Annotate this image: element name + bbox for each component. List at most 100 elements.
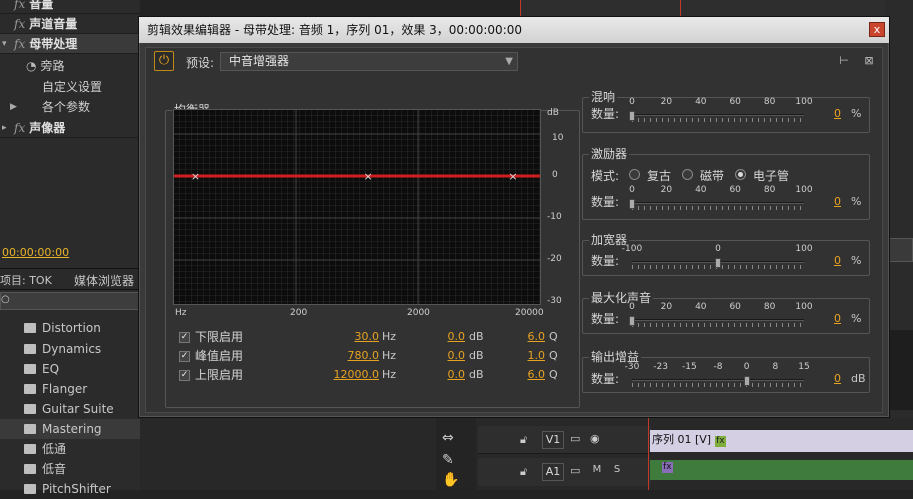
effect-volume[interactable]: fx 音量	[0, 0, 140, 14]
eq-band-handle[interactable]: ×	[191, 170, 200, 183]
list-item[interactable]: Mastering	[0, 419, 140, 439]
reverb-value[interactable]: 0	[827, 107, 841, 120]
eq-band-handle[interactable]: ×	[508, 170, 517, 183]
band-gain-value[interactable]: 0.0	[439, 347, 466, 365]
list-item[interactable]: 低音	[0, 459, 140, 479]
list-item[interactable]: Dynamics	[0, 339, 140, 359]
eq-graph[interactable]: × × ×	[173, 109, 541, 305]
folder-icon	[24, 464, 36, 474]
effect-mastering[interactable]: ▾ fx 母带处理	[0, 34, 140, 54]
list-item[interactable]: 低通	[0, 439, 140, 459]
sync-lock-icon[interactable]: ▭	[570, 464, 580, 477]
move-tool-icon[interactable]: ⇔	[442, 430, 454, 446]
band-q-value[interactable]: 6.0	[519, 366, 546, 384]
slider-scale-label: -15	[681, 362, 697, 372]
slider-scale-label: 80	[763, 185, 776, 195]
custom-setup-row[interactable]: 自定义设置	[0, 77, 140, 97]
hz-tick: 2000	[407, 308, 430, 318]
list-item[interactable]: Distortion	[0, 318, 140, 338]
slider-scale-label: -23	[653, 362, 669, 372]
output-gain-slider[interactable]: -30 -23 -15 -8 0 8 15	[625, 362, 810, 392]
eye-icon[interactable]: ◉	[590, 432, 600, 445]
reverb-title: 混响	[589, 89, 618, 105]
widener-slider[interactable]: -100 0 100	[622, 244, 813, 274]
preset-list: Distortion Dynamics EQ Flanger Guitar Su…	[0, 312, 140, 496]
band-freq-value[interactable]: 30.0	[339, 328, 380, 346]
slider-scale-label: 20	[660, 97, 673, 107]
band-freq-value[interactable]: 12000.0	[327, 366, 380, 384]
preset-value: 中音增强器	[229, 54, 290, 68]
slider-ticks	[632, 118, 804, 122]
timecode-display[interactable]: 00:00:00:00	[2, 246, 69, 259]
mode-tube-radio[interactable]	[735, 169, 746, 180]
slider-track[interactable]	[632, 202, 804, 204]
reverb-slider[interactable]: 0 20 40 60 80 100	[629, 97, 813, 127]
individual-params-row[interactable]: ▶ 各个参数	[0, 97, 140, 117]
lock-icon[interactable]: 🔓︎	[520, 465, 527, 479]
exciter-slider[interactable]: 0 20 40 60 80 100	[629, 185, 813, 215]
expand-right-icon[interactable]: ▸	[2, 118, 7, 138]
list-item[interactable]: Guitar Suite	[0, 399, 140, 419]
expand-down-icon[interactable]: ▾	[2, 34, 7, 54]
effect-channel-volume[interactable]: fx 声道音量	[0, 14, 140, 34]
band-q-value[interactable]: 6.0	[519, 328, 546, 346]
loudness-slider[interactable]: 0 20 40 60 80 100	[629, 302, 813, 332]
slider-thumb[interactable]	[629, 111, 635, 121]
tab-media-browser[interactable]: 媒体浏览器	[74, 272, 134, 289]
widener-value[interactable]: 0	[827, 254, 841, 267]
solo-button[interactable]: S	[608, 464, 626, 478]
power-icon[interactable]: ⏻	[154, 51, 174, 71]
exciter-unit: %	[851, 195, 862, 208]
exciter-value[interactable]: 0	[827, 195, 841, 208]
stopwatch-icon[interactable]: ◔	[26, 59, 36, 73]
slider-track[interactable]	[632, 114, 804, 116]
band-gain-value[interactable]: 0.0	[439, 328, 466, 346]
preset-dropdown[interactable]: 中音增强器 ▼	[220, 52, 518, 71]
effect-label: 母带处理	[29, 37, 78, 51]
slider-thumb[interactable]	[629, 316, 635, 326]
fx-icon: fx	[14, 37, 26, 51]
slider-scale-label: 40	[695, 302, 707, 312]
hand-tool-icon[interactable]: ✋	[442, 472, 459, 488]
list-item[interactable]: PitchShifter	[0, 479, 140, 499]
camera-icon[interactable]: ▭	[570, 432, 580, 445]
mode-tape-radio[interactable]	[682, 169, 693, 180]
band-freq-value[interactable]: 780.0	[339, 347, 380, 365]
list-item[interactable]: Flanger	[0, 379, 140, 399]
track-target-v1[interactable]: V1	[542, 431, 564, 449]
close-button[interactable]: x	[869, 22, 885, 37]
dialog-titlebar[interactable]: 剪辑效果编辑器 - 母带处理: 音频 1，序列 01，效果 3，00:00:00…	[139, 17, 889, 43]
tab-project[interactable]: 项目: TOK	[0, 272, 52, 288]
slider-thumb[interactable]	[715, 258, 721, 268]
exciter-mode-label: 模式:	[591, 169, 620, 183]
eq-band-handle[interactable]: ×	[364, 170, 373, 183]
mode-retro-radio[interactable]	[629, 169, 640, 180]
effect-panner[interactable]: ▸ fx 声像器	[0, 118, 140, 138]
pen-tool-icon[interactable]: ✎	[442, 452, 454, 468]
expand-right-icon[interactable]: ▶	[10, 97, 17, 117]
search-input[interactable]: ○	[0, 292, 140, 310]
lock-icon[interactable]: 🔓︎	[520, 433, 527, 447]
band-q-value[interactable]: 1.0	[519, 347, 546, 365]
band-high-checkbox[interactable]: ✓	[179, 370, 190, 381]
loudness-value[interactable]: 0	[827, 312, 841, 325]
band-peak-checkbox[interactable]: ✓	[179, 351, 190, 362]
delete-preset-icon[interactable]: ⊠	[862, 54, 876, 68]
slider-scale-label: 20	[660, 302, 673, 312]
band-gain-value[interactable]: 0.0	[439, 366, 466, 384]
band-low-checkbox[interactable]: ✓	[179, 332, 190, 343]
exciter-amount-label: 数量:	[591, 195, 620, 209]
slider-thumb[interactable]	[629, 199, 635, 209]
slider-track[interactable]	[632, 379, 804, 381]
slider-thumb[interactable]	[743, 376, 750, 386]
slider-track[interactable]	[632, 319, 804, 321]
mute-button[interactable]: M	[588, 464, 606, 478]
output-gain-value[interactable]: 0	[827, 372, 841, 385]
sidechain-icon[interactable]: ⊢	[836, 54, 852, 68]
track-target-a1[interactable]: A1	[542, 463, 564, 481]
folder-icon	[24, 484, 36, 494]
bypass-row[interactable]: ◔ 旁路	[0, 56, 140, 76]
audio-clip[interactable]: fx	[650, 460, 913, 480]
list-item[interactable]: EQ	[0, 359, 140, 379]
video-clip[interactable]: 序列 01 [V] fx	[650, 430, 913, 452]
